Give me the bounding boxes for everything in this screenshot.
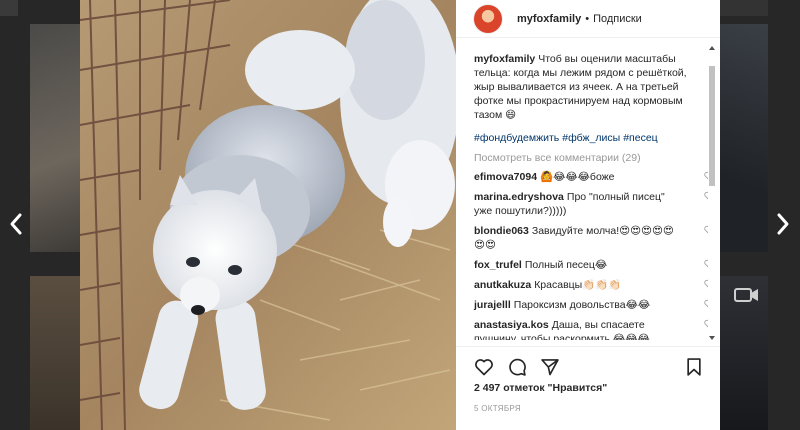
comment-text: Полный песец😂 <box>524 259 608 271</box>
post-date[interactable]: 5 октября <box>474 404 521 413</box>
background-thumbnail <box>720 24 768 252</box>
background-thumbnail <box>0 0 18 16</box>
background-thumbnail <box>30 276 80 430</box>
post-caption: myfoxfamily Чтоб вы оценили масштабы тел… <box>474 52 704 122</box>
video-camera-icon <box>734 288 758 302</box>
scroll-down-arrow-icon[interactable] <box>708 334 716 342</box>
avatar[interactable] <box>473 3 503 34</box>
comment-text: 🙆😂😂😂боже <box>540 171 615 183</box>
caption-username[interactable]: myfoxfamily <box>474 53 535 65</box>
post-actions <box>456 346 720 376</box>
hashtag[interactable]: #фбж_лисы <box>562 132 620 144</box>
chevron-left-icon[interactable] <box>8 212 24 236</box>
comment-username[interactable]: efimova7094 <box>474 171 537 183</box>
comment-item: jurajelll Пароксизм довольства😂😂 <box>474 298 708 312</box>
comment-username[interactable]: fox_trufel <box>474 259 522 271</box>
follow-button[interactable]: Подписки <box>593 13 642 25</box>
arctic-fox-photo <box>80 0 456 430</box>
header-username[interactable]: myfoxfamily <box>517 13 581 25</box>
comment-item: anastasiya.kos Даша, вы спасаете пушнину,… <box>474 318 708 340</box>
paper-plane-icon[interactable] <box>540 357 560 377</box>
comment-bubble-icon[interactable] <box>507 357 527 377</box>
hashtag[interactable]: #песец <box>623 132 657 144</box>
comment-item: blondie063 Завидуйте молча!😍😍😍😍😍😍😍 <box>474 224 708 252</box>
heart-icon[interactable] <box>474 357 494 377</box>
background-thumbnail <box>30 24 80 252</box>
bookmark-icon[interactable] <box>684 357 704 377</box>
comment-username[interactable]: anutkakuza <box>474 279 531 291</box>
chevron-right-icon[interactable] <box>775 212 791 236</box>
comment-username[interactable]: marina.edryshova <box>474 191 564 203</box>
comment-text: Красавцы👏🏻👏🏻👏🏻 <box>534 279 622 291</box>
comments-list[interactable]: myfoxfamily Чтоб вы оценили масштабы тел… <box>456 40 708 340</box>
comment-item: marina.edryshova Про "полный писец" уже п… <box>474 190 708 218</box>
comment-item: efimova7094 🙆😂😂😂боже <box>474 170 708 184</box>
post-header: myfoxfamily • Подписки <box>456 0 720 38</box>
post-photo[interactable] <box>80 0 456 430</box>
comment-username[interactable]: jurajelll <box>474 299 511 311</box>
background-thumbnail <box>720 0 768 16</box>
comment-username[interactable]: blondie063 <box>474 225 529 237</box>
likes-count[interactable]: 2 497 отметок "Нравится" <box>474 382 607 394</box>
comments-scrollbar[interactable] <box>708 44 716 342</box>
scrollbar-thumb[interactable] <box>709 66 715 186</box>
header-separator: • <box>585 12 590 25</box>
view-all-comments-link[interactable]: Посмотреть все комментарии (29) <box>474 152 708 164</box>
hashtag-list: #фондбудемжить #фбж_лисы #песец <box>474 132 708 144</box>
comment-text: Пароксизм довольства😂😂 <box>513 299 651 311</box>
comment-item: anutkakuza Красавцы👏🏻👏🏻👏🏻 <box>474 278 708 292</box>
comment-username[interactable]: anastasiya.kos <box>474 319 549 331</box>
hashtag[interactable]: #фондбудемжить <box>474 132 559 144</box>
scroll-up-arrow-icon[interactable] <box>708 44 716 52</box>
post-side-panel: myfoxfamily • Подписки myfoxfamily Чтоб … <box>456 0 720 430</box>
comment-item: fox_trufel Полный песец😂 <box>474 258 708 272</box>
